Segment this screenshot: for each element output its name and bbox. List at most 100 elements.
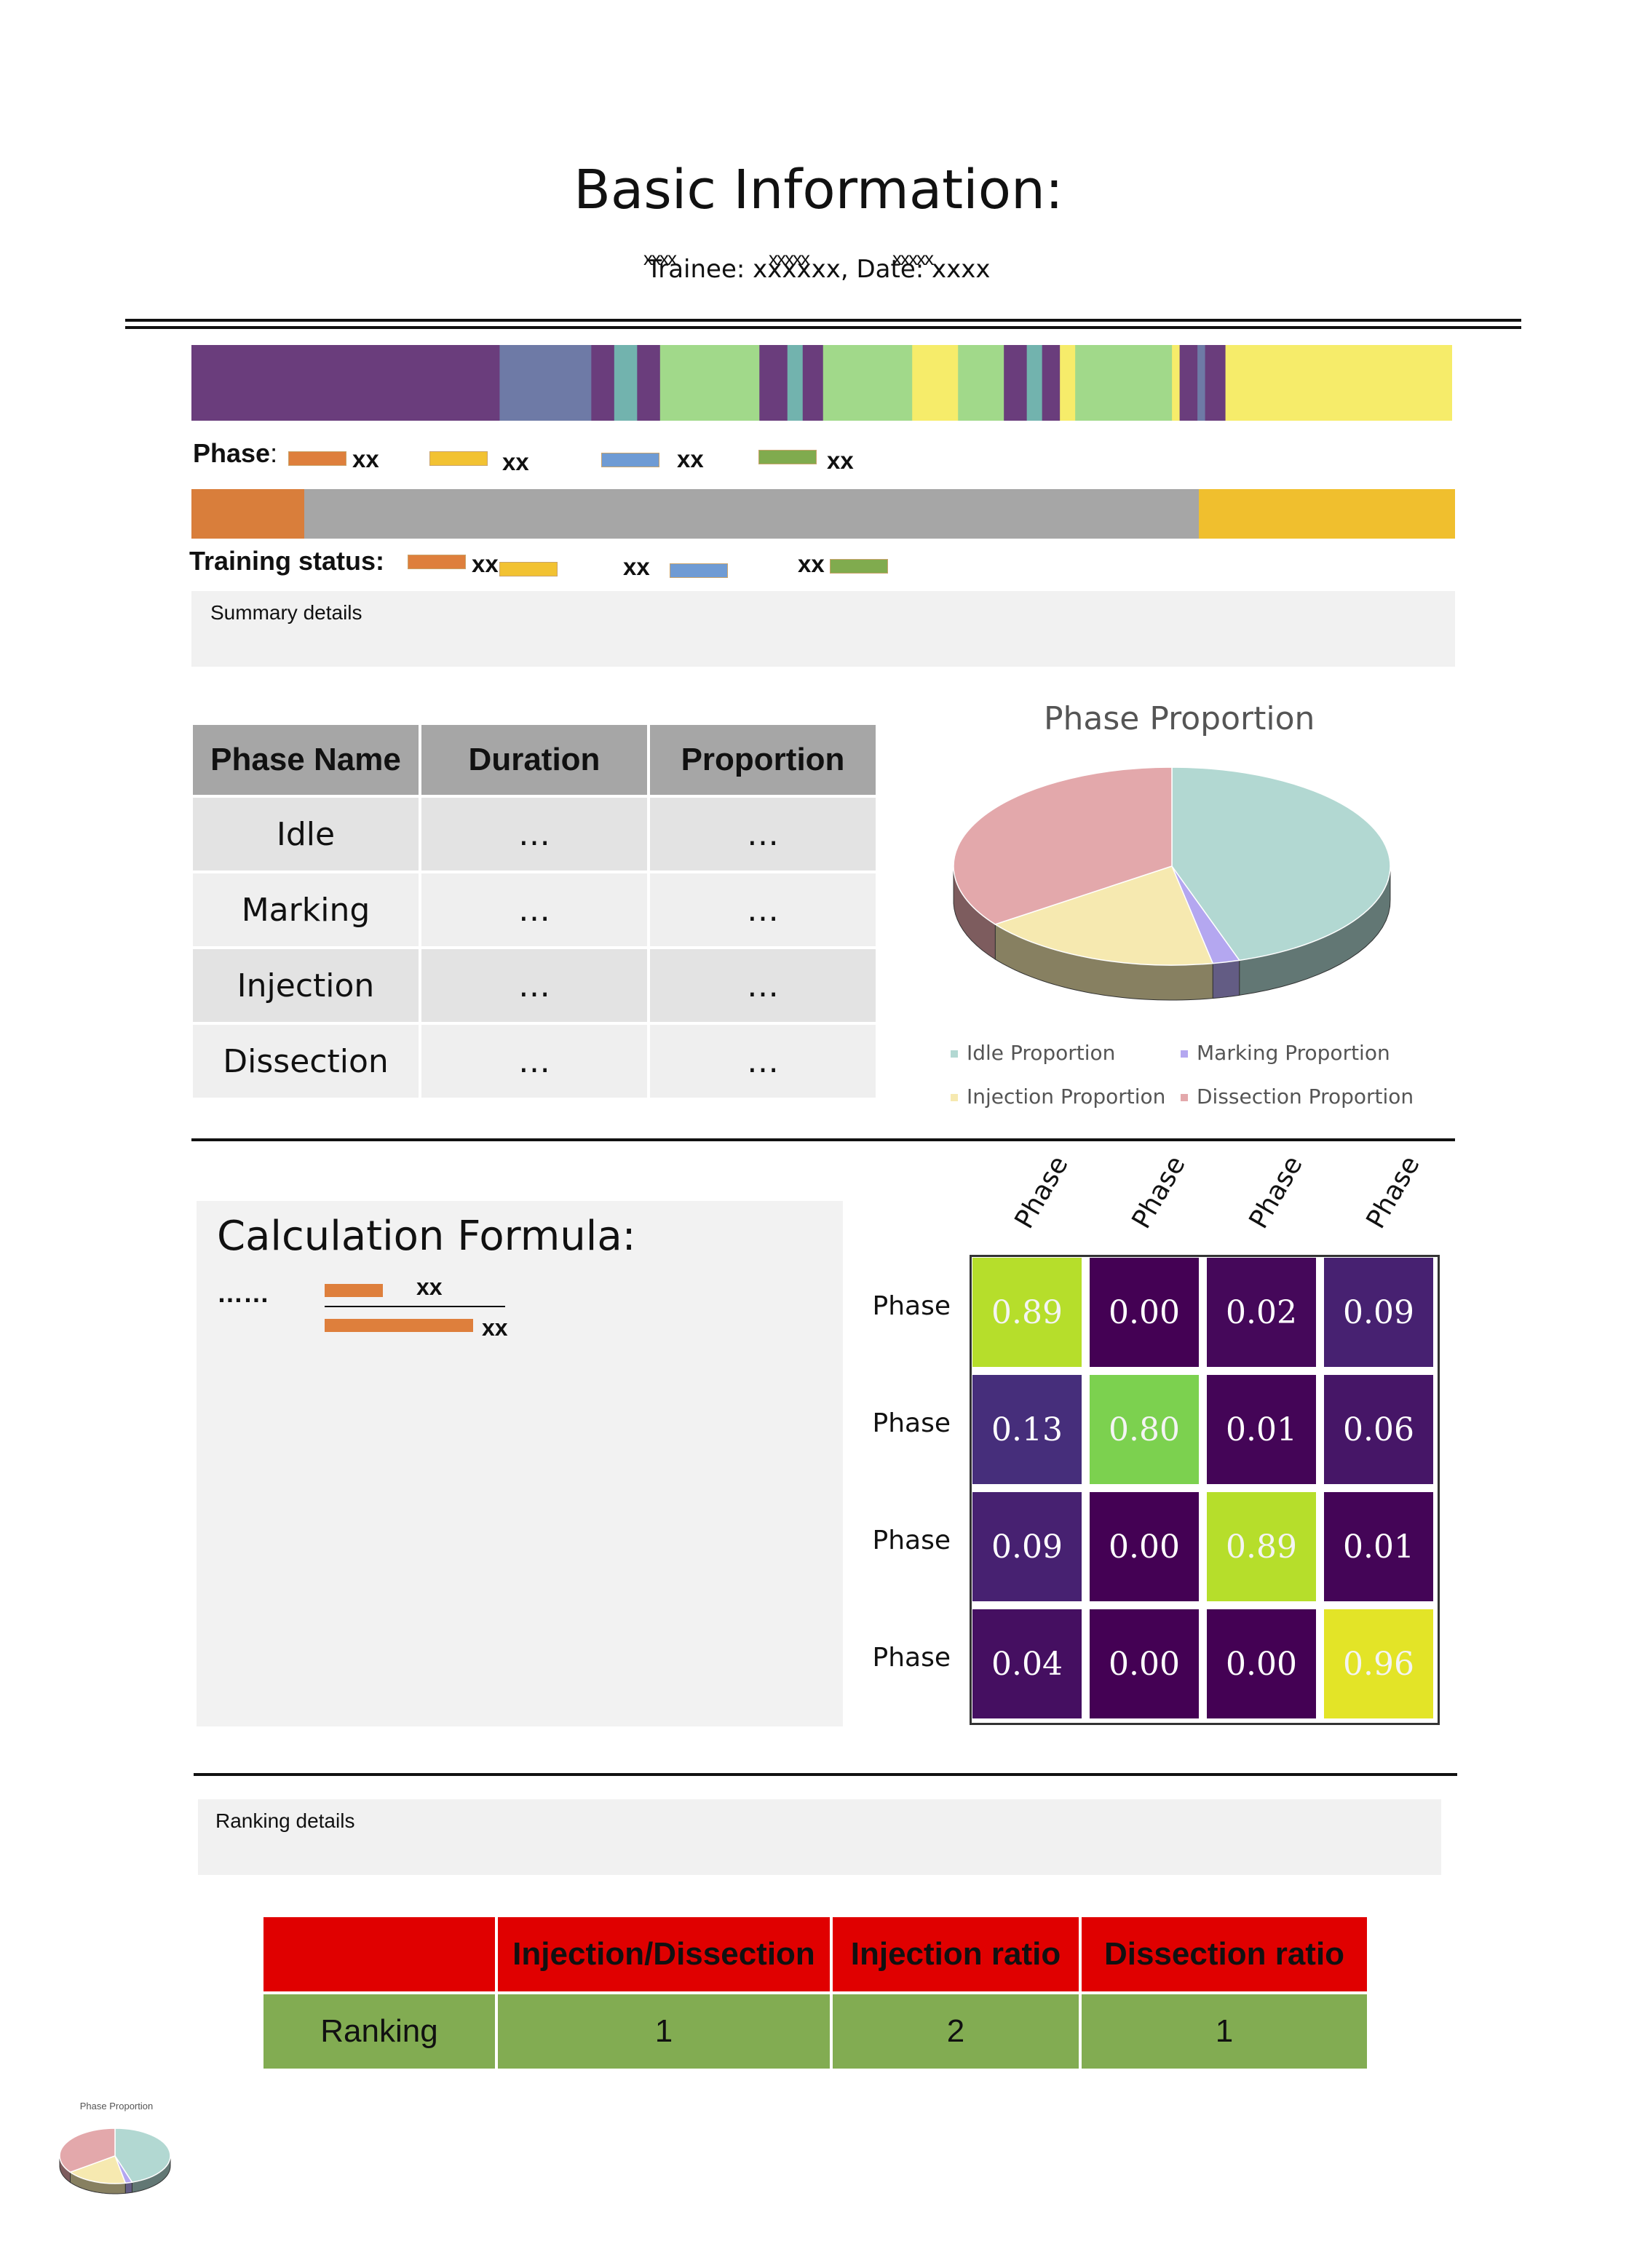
heatmap-cell: 0.13 bbox=[972, 1375, 1082, 1484]
timeline-segment bbox=[1179, 345, 1198, 421]
header-divider bbox=[125, 319, 1521, 329]
status-segment bbox=[304, 489, 1199, 539]
heatmap-cell: 0.80 bbox=[1090, 1375, 1199, 1484]
pie-chart-title: Phase Proportion bbox=[1044, 700, 1315, 737]
legend-dot-icon bbox=[1181, 1050, 1188, 1058]
heatmap-cell: 0.01 bbox=[1207, 1375, 1316, 1484]
duration-cell: … bbox=[421, 949, 647, 1022]
heatmap-cell: 0.01 bbox=[1324, 1492, 1433, 1601]
page-subtitle: Trainee: xxxxxx, Date: xxxx bbox=[0, 255, 1637, 284]
heatmap-cell: 0.00 bbox=[1207, 1609, 1316, 1718]
trainee-date-text: Trainee: xxxxxx, Date: xxxx bbox=[646, 255, 991, 284]
heatmap-cell: 0.89 bbox=[1207, 1492, 1316, 1601]
ranking-dissection-ratio-value: 1 bbox=[1082, 1994, 1367, 2069]
phase-table: Phase Name Duration Proportion Idle … … … bbox=[190, 722, 879, 1101]
proportion-cell: … bbox=[650, 1025, 876, 1098]
timeline-segment bbox=[614, 345, 638, 421]
section-divider-1 bbox=[191, 1138, 1455, 1141]
formula-denominator-bar bbox=[325, 1319, 473, 1332]
phase-table-header: Phase Name Duration Proportion bbox=[193, 725, 876, 795]
heatmap-cell: 0.04 bbox=[972, 1609, 1082, 1718]
ranking-data-row: Ranking 1 2 1 bbox=[263, 1994, 1367, 2069]
timeline-segment bbox=[637, 345, 661, 421]
status-legend-swatch-2 bbox=[499, 562, 558, 576]
thumbnail-pie-title: Phase Proportion bbox=[79, 2101, 154, 2112]
phase-legend-text-4: xx bbox=[827, 447, 854, 474]
phase-legend-text-2: xx bbox=[502, 448, 529, 475]
ranking-injection-ratio-value: 2 bbox=[833, 1994, 1079, 2069]
status-legend-text-2: xx bbox=[623, 553, 650, 580]
status-legend-swatch-3 bbox=[670, 563, 728, 578]
phase-timeline bbox=[191, 345, 1453, 421]
col-header-duration: Duration bbox=[421, 725, 647, 795]
ranking-header-dissection-ratio: Dissection ratio bbox=[1082, 1917, 1367, 1991]
heatmap-cell: 0.89 bbox=[972, 1258, 1082, 1367]
formula-dots: …… bbox=[217, 1278, 269, 1308]
heatmap-cell: 0.06 bbox=[1324, 1375, 1433, 1484]
timeline-segment bbox=[1075, 345, 1173, 421]
phase-name-cell: Injection bbox=[193, 949, 419, 1022]
ranking-header-injection-dissection: Injection/Dissection bbox=[498, 1917, 830, 1991]
phase-legend-swatch-4 bbox=[758, 450, 817, 464]
page-title: Basic Information: bbox=[574, 159, 1063, 221]
heatmap-cell: 0.09 bbox=[1324, 1258, 1433, 1367]
col-header-phase-name: Phase Name bbox=[193, 725, 419, 795]
phase-timeline-chart bbox=[191, 345, 1453, 421]
heatmap-cell: 0.00 bbox=[1090, 1492, 1199, 1601]
ranking-row-label: Ranking bbox=[263, 1994, 495, 2069]
ranking-header-empty bbox=[263, 1917, 495, 1991]
timeline-segment bbox=[499, 345, 592, 421]
heatmap-col-label: Phase bbox=[1009, 1151, 1074, 1234]
summary-details-box: Summary details bbox=[191, 591, 1455, 667]
duration-cell: … bbox=[421, 798, 647, 871]
formula-denominator: xx bbox=[482, 1315, 508, 1341]
timeline-segment bbox=[802, 345, 824, 421]
formula-title: Calculation Formula: bbox=[217, 1213, 636, 1260]
duration-cell: … bbox=[421, 1025, 647, 1098]
phase-legend-swatch-3 bbox=[601, 453, 659, 467]
pie-legend-item-dissection: Dissection Proportion bbox=[1181, 1085, 1414, 1109]
pie-slice-side bbox=[1212, 959, 1240, 999]
timeline-segment bbox=[759, 345, 788, 421]
timeline-segment bbox=[912, 345, 959, 421]
ranking-table: Injection/Dissection Injection ratio Dis… bbox=[261, 1914, 1370, 2071]
table-row: Marking … … bbox=[193, 873, 876, 946]
heatmap-row-label: Phase bbox=[872, 1526, 951, 1555]
ranking-details-box: Ranking details bbox=[198, 1799, 1441, 1875]
timeline-segment bbox=[1172, 345, 1181, 421]
phase-legend-swatch-2 bbox=[429, 451, 488, 466]
heatmap-row-label: Phase bbox=[872, 1643, 951, 1673]
ranking-header-injection-ratio: Injection ratio bbox=[833, 1917, 1079, 1991]
proportion-cell: … bbox=[650, 798, 876, 871]
phase-name-cell: Dissection bbox=[193, 1025, 419, 1098]
timeline-segment bbox=[787, 345, 804, 421]
duration-cell: … bbox=[421, 873, 647, 946]
status-legend-label: Training status: bbox=[189, 546, 385, 576]
phase-name-cell: Marking bbox=[193, 873, 419, 946]
timeline-segment bbox=[659, 345, 760, 421]
timeline-segment bbox=[191, 345, 500, 421]
heatmap-col-label: Phase bbox=[1360, 1151, 1426, 1234]
phase-legend-label: Phase: bbox=[193, 438, 278, 468]
proportion-cell: … bbox=[650, 949, 876, 1022]
timeline-segment bbox=[823, 345, 913, 421]
status-legend-swatch-1 bbox=[408, 555, 466, 569]
heatmap-row-label: Phase bbox=[872, 1291, 951, 1321]
phase-proportion-pie-chart bbox=[953, 766, 1391, 1001]
legend-dot-icon bbox=[951, 1050, 958, 1058]
col-header-proportion: Proportion bbox=[650, 725, 876, 795]
pie-legend-item-injection: Injection Proportion bbox=[951, 1085, 1165, 1109]
pie-legend-item-idle: Idle Proportion bbox=[951, 1041, 1115, 1065]
heatmap-col-label: Phase bbox=[1243, 1151, 1309, 1234]
phase-legend-swatch-1 bbox=[288, 451, 346, 466]
subtitle-overlay-3: xxxxx bbox=[892, 247, 934, 269]
heatmap-cell: 0.00 bbox=[1090, 1609, 1199, 1718]
subtitle-overlay-2: xxxxx bbox=[769, 247, 810, 269]
ranking-details-label: Ranking details bbox=[215, 1809, 355, 1832]
summary-details-label: Summary details bbox=[210, 601, 362, 624]
timeline-segment bbox=[1060, 345, 1076, 421]
thumb-pie-slice-side bbox=[124, 2181, 132, 2194]
timeline-segment bbox=[1004, 345, 1028, 421]
heatmap-row-label: Phase bbox=[872, 1408, 951, 1438]
training-status-bar bbox=[191, 489, 1455, 539]
